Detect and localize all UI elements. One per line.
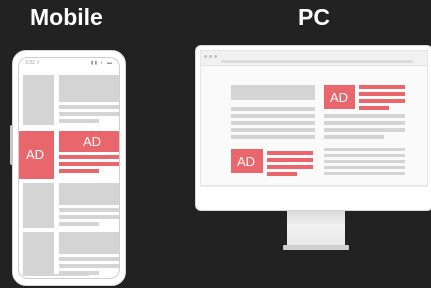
ad-block-top: AD <box>324 85 355 109</box>
ad-line <box>59 155 119 159</box>
ad-label: AD <box>237 154 256 169</box>
ad-label: AD <box>26 147 45 162</box>
ad-line <box>59 162 119 166</box>
ad-line <box>359 92 405 96</box>
phone-screen: 3:33 ⇧ ▮▮ ◐ ▬ AD AD <box>18 57 120 279</box>
ad-label: AD <box>83 134 102 149</box>
ad-line <box>267 165 313 169</box>
ad-line <box>267 158 313 162</box>
content-line <box>59 215 119 219</box>
ad-line <box>359 85 405 89</box>
browser-dot-icon <box>214 55 217 58</box>
content-line <box>59 264 119 268</box>
ad-line <box>267 172 297 176</box>
content-block <box>59 232 119 254</box>
browser-dot-icon <box>204 55 207 58</box>
content-line <box>231 107 315 111</box>
browser-toolbar <box>201 51 427 66</box>
content-line <box>231 114 315 118</box>
monitor-stand-base <box>283 245 349 250</box>
monitor-stand <box>287 210 345 250</box>
content-block <box>59 183 119 205</box>
ad-line <box>359 106 389 110</box>
content-line <box>324 121 405 125</box>
content-line <box>231 128 315 132</box>
content-line <box>59 119 99 123</box>
content-line <box>324 114 405 118</box>
content-block <box>231 85 315 100</box>
content-line <box>324 172 405 175</box>
content-block <box>59 75 119 102</box>
content-thumbnail <box>23 183 54 228</box>
phone-status-bar: 3:33 ⇧ ▮▮ ◐ ▬ <box>19 58 119 68</box>
pc-heading: PC <box>298 4 330 30</box>
browser-dot-icon <box>209 55 212 58</box>
status-icons: ▮▮ ◐ ▬ <box>90 60 113 66</box>
content-line <box>324 166 405 169</box>
content-line <box>59 222 99 226</box>
content-line <box>59 208 119 212</box>
ad-label: AD <box>330 90 349 105</box>
monitor-chin-divider <box>200 186 428 187</box>
phone-home-indicator <box>49 274 89 276</box>
content-line <box>59 112 119 116</box>
ad-block-left: AD <box>19 131 54 179</box>
ad-block-right: AD <box>59 131 119 152</box>
content-line <box>324 160 405 163</box>
content-line <box>59 257 119 261</box>
content-line <box>231 121 315 125</box>
status-time: 3:33 ⇧ <box>25 60 41 66</box>
content-line <box>324 154 405 157</box>
phone-mockup: 3:33 ⇧ ▮▮ ◐ ▬ AD AD <box>10 50 126 286</box>
mobile-heading: Mobile <box>30 4 103 30</box>
ad-block-bottom: AD <box>231 149 263 173</box>
content-thumbnail <box>23 75 54 125</box>
content-line <box>324 128 405 132</box>
content-line <box>324 135 384 139</box>
content-line <box>231 135 315 139</box>
monitor-screen: AD AD <box>200 50 428 186</box>
ad-line <box>359 99 405 103</box>
browser-url-bar <box>221 60 413 63</box>
phone-side-button <box>10 125 13 165</box>
content-line <box>59 105 119 109</box>
content-line <box>324 148 405 151</box>
monitor-mockup: AD AD <box>195 45 431 211</box>
ad-line <box>59 169 99 173</box>
ad-line <box>267 151 313 155</box>
content-thumbnail <box>23 232 54 276</box>
